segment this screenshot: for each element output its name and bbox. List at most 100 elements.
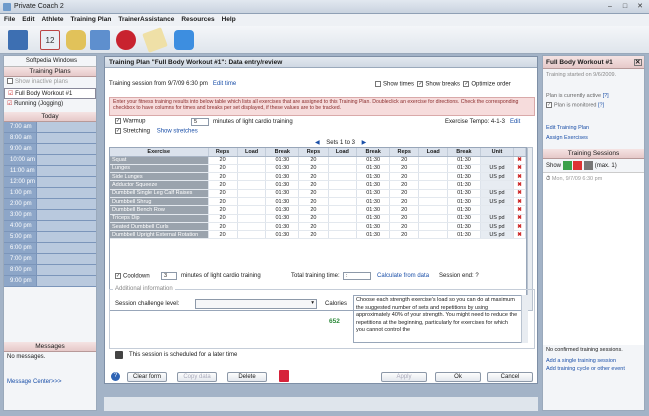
table-cell[interactable]: 20: [208, 172, 238, 182]
table-cell[interactable]: 01:30: [265, 189, 300, 199]
column-header[interactable]: Load: [328, 148, 358, 157]
table-cell[interactable]: [328, 197, 358, 207]
table-cell[interactable]: 20: [298, 164, 329, 174]
menu-training-plan[interactable]: Training Plan: [67, 14, 115, 23]
hour-slot[interactable]: 6:00 pm: [4, 243, 96, 254]
monitored-checkbox[interactable]: ✓: [546, 102, 552, 108]
table-cell[interactable]: 20: [389, 164, 420, 174]
table-row[interactable]: Dumbbell Shrug 20 01:30 20 01:30 20 01:30 US pd…: [110, 197, 526, 207]
table-cell[interactable]: 01:30: [356, 189, 391, 199]
table-cell[interactable]: [418, 222, 448, 232]
delete-row-icon[interactable]: ✖: [513, 197, 526, 207]
maximize-icon[interactable]: □: [618, 2, 632, 12]
table-cell[interactable]: [418, 189, 448, 199]
hour-slot[interactable]: 4:00 pm: [4, 221, 96, 232]
plan-item-running[interactable]: ☑ Running (Jogging): [4, 99, 96, 110]
table-row[interactable]: Dumbbell Bench Row 20 01:30 20 01:30 20 01:30 ✖: [110, 205, 526, 215]
table-cell[interactable]: 01:30: [447, 180, 481, 190]
table-cell[interactable]: 01:30: [356, 214, 391, 223]
table-cell[interactable]: 20: [389, 222, 420, 232]
table-cell[interactable]: 01:30: [447, 222, 481, 232]
menu-trainer-assistance[interactable]: TrainerAssistance: [114, 14, 177, 23]
table-cell[interactable]: [328, 230, 358, 240]
table-row[interactable]: Seated Dumbbell Curls 20 01:30 20 01:30 20 01:…: [110, 222, 526, 232]
column-header[interactable]: Break: [265, 148, 300, 157]
delete-row-icon[interactable]: ✖: [513, 214, 526, 223]
hour-slot[interactable]: 7:00 am: [4, 122, 96, 133]
table-cell[interactable]: 20: [298, 172, 329, 182]
athlete-icon[interactable]: [8, 30, 28, 50]
table-cell[interactable]: 01:30: [265, 164, 300, 174]
table-cell[interactable]: US pd: [480, 197, 515, 207]
hour-slot[interactable]: 12:00 pm: [4, 177, 96, 188]
challenge-select[interactable]: ▾: [195, 299, 317, 309]
table-cell[interactable]: 20: [389, 172, 420, 182]
hour-slot[interactable]: 8:00 pm: [4, 265, 96, 276]
hour-slot[interactable]: 10:00 am: [4, 155, 96, 166]
delete-row-icon[interactable]: ✖: [513, 205, 526, 215]
table-cell[interactable]: [418, 156, 448, 165]
table-cell[interactable]: [237, 197, 267, 207]
show-breaks-checkbox[interactable]: ✓: [417, 81, 424, 87]
exercise-cell[interactable]: Squat: [110, 156, 209, 165]
table-row[interactable]: Side Lunges 20 01:30 20 01:30 20 01:30 US pd ✖: [110, 172, 526, 182]
table-cell[interactable]: [237, 164, 267, 174]
table-cell[interactable]: 01:30: [447, 205, 481, 215]
hour-slot[interactable]: 1:00 pm: [4, 188, 96, 199]
table-row[interactable]: Lunges 20 01:30 20 01:30 20 01:30 US pd ✖: [110, 164, 526, 174]
delete-row-icon[interactable]: ✖: [513, 222, 526, 232]
table-cell[interactable]: 01:30: [447, 230, 481, 240]
column-header[interactable]: Exercise: [110, 148, 209, 157]
table-cell[interactable]: [418, 197, 448, 207]
table-cell[interactable]: 01:30: [447, 189, 481, 199]
edit-plan-link[interactable]: Edit Training Plan: [543, 111, 644, 131]
close-icon[interactable]: ✕: [633, 2, 647, 12]
table-row[interactable]: Dumbbell Upright External Rotation 20 01:3…: [110, 230, 526, 240]
table-cell[interactable]: 01:30: [356, 156, 391, 165]
delete-row-icon[interactable]: ✖: [513, 180, 526, 190]
menu-resources[interactable]: Resources: [177, 14, 217, 23]
assign-exercises-link[interactable]: Assign Exercises: [543, 131, 644, 141]
active-help-link[interactable]: [?]: [603, 93, 609, 99]
edit-time-link[interactable]: Edit time: [213, 81, 236, 87]
table-cell[interactable]: 20: [298, 205, 329, 215]
table-cell[interactable]: [237, 230, 267, 240]
table-cell[interactable]: [328, 222, 358, 232]
exercise-cell[interactable]: Side Lunges: [110, 172, 209, 182]
menu-file[interactable]: File: [0, 14, 18, 23]
table-cell[interactable]: 01:30: [356, 205, 391, 215]
delete-row-icon[interactable]: ✖: [513, 156, 526, 165]
table-cell[interactable]: 20: [208, 164, 238, 174]
missed-filter-icon[interactable]: [573, 161, 583, 171]
message-center-link[interactable]: Message Center>>>: [4, 377, 96, 388]
hour-slot[interactable]: 7:00 pm: [4, 254, 96, 265]
ok-button[interactable]: Ok: [435, 372, 481, 382]
exercise-cell[interactable]: Adductor Squeeze: [110, 180, 209, 190]
table-cell[interactable]: 20: [298, 180, 329, 190]
table-cell[interactable]: 20: [208, 180, 238, 190]
table-cell[interactable]: 01:30: [356, 230, 391, 240]
hour-slot[interactable]: 9:00 am: [4, 144, 96, 155]
hour-slot[interactable]: 3:00 pm: [4, 210, 96, 221]
table-row[interactable]: Adductor Squeeze 20 01:30 20 01:30 20 01:30 ✖: [110, 180, 526, 190]
table-cell[interactable]: 01:30: [447, 197, 481, 207]
done-filter-icon[interactable]: [562, 161, 572, 171]
table-cell[interactable]: US pd: [480, 222, 515, 232]
table-cell[interactable]: 01:30: [356, 180, 391, 190]
notes-icon[interactable]: [142, 27, 168, 53]
tempo-edit-link[interactable]: Edit: [510, 119, 520, 125]
exercise-cell[interactable]: Triceps Dip: [110, 214, 209, 223]
table-cell[interactable]: US pd: [480, 172, 515, 182]
table-cell[interactable]: 20: [298, 156, 329, 165]
table-cell[interactable]: [328, 189, 358, 199]
cancel-button[interactable]: Cancel: [487, 372, 533, 382]
plan-item-full-body[interactable]: ☑ Full Body Workout #1: [4, 88, 96, 99]
table-cell[interactable]: 01:30: [265, 172, 300, 182]
show-stretches-link[interactable]: Show stretches: [157, 129, 198, 135]
table-cell[interactable]: 20: [298, 222, 329, 232]
table-cell[interactable]: [418, 230, 448, 240]
column-header[interactable]: Reps: [208, 148, 238, 157]
table-cell[interactable]: 01:30: [447, 164, 481, 174]
table-cell[interactable]: 20: [298, 197, 329, 207]
minimize-icon[interactable]: –: [603, 2, 617, 12]
